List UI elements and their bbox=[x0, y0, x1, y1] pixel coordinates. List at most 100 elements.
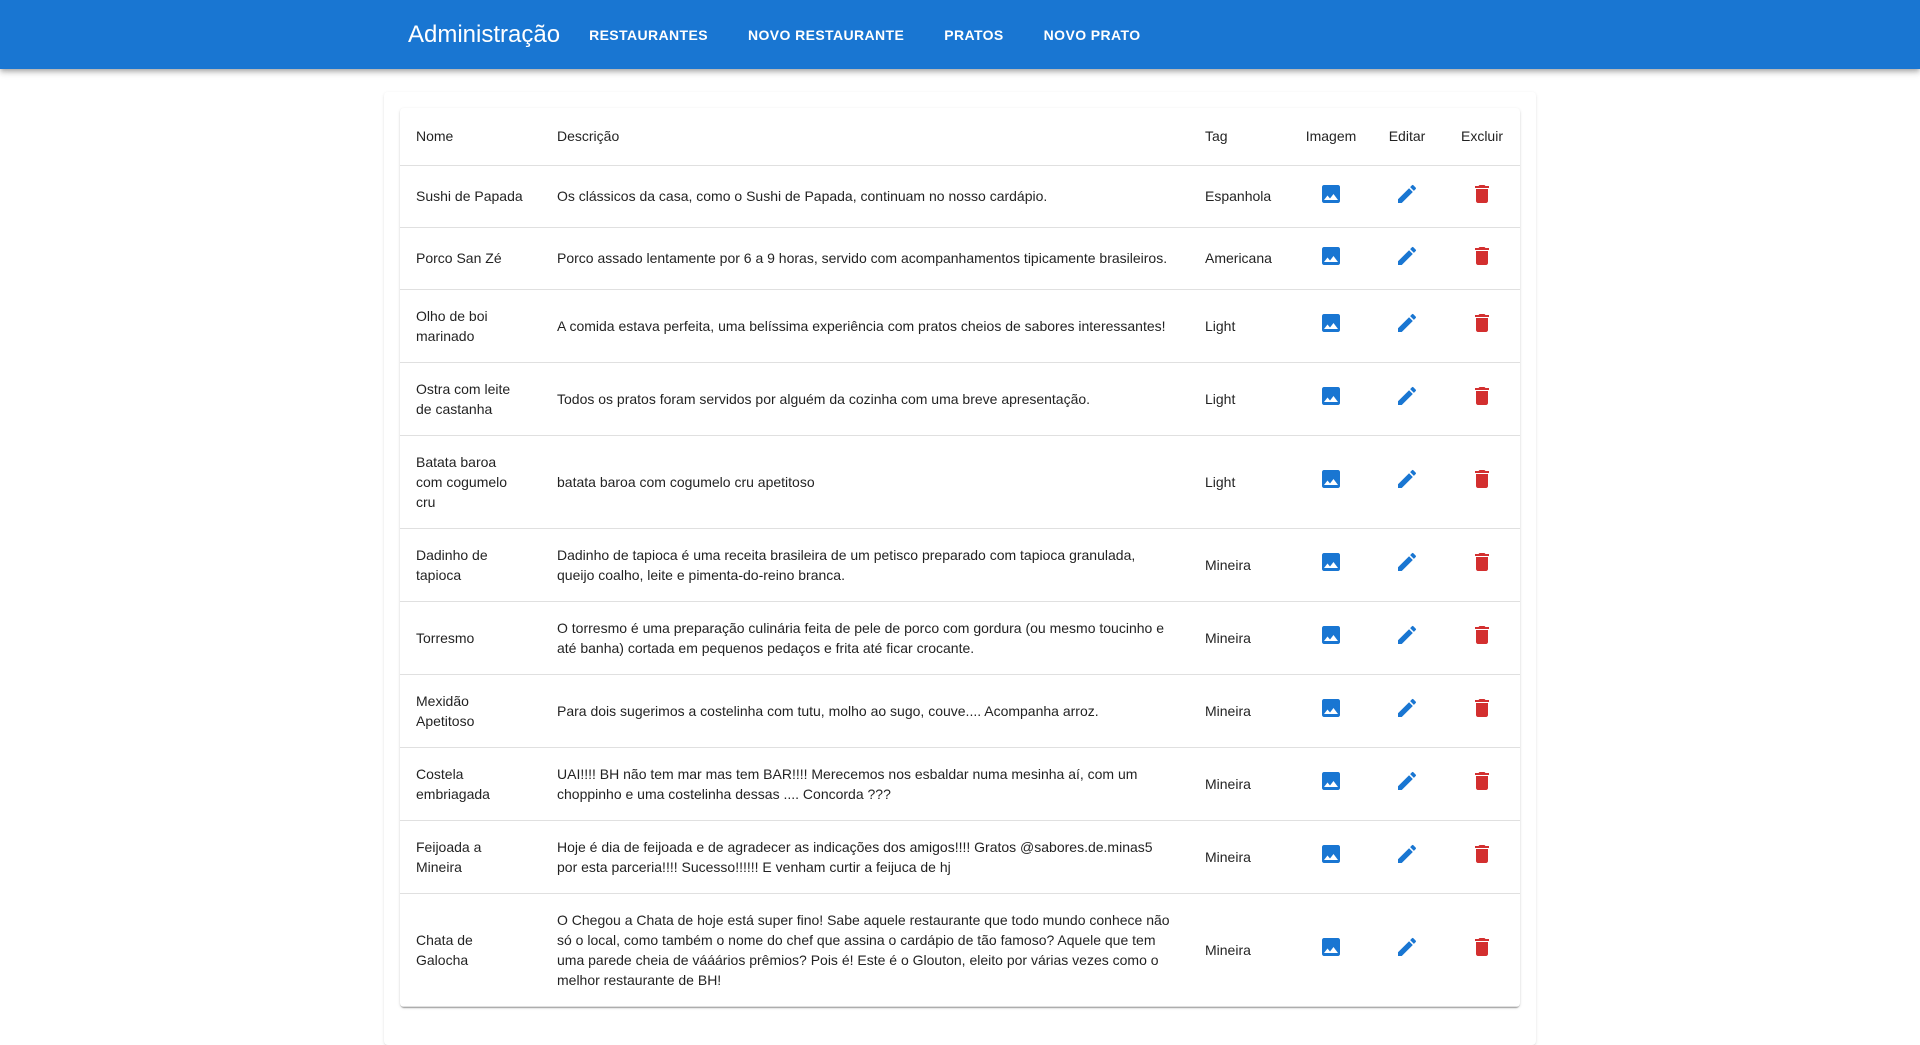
trash-icon[interactable] bbox=[1470, 842, 1494, 866]
cell-tag: Light bbox=[1189, 362, 1292, 436]
cell-editar bbox=[1370, 289, 1444, 363]
table-body: Sushi de Papada Os clássicos da casa, co… bbox=[400, 165, 1520, 1007]
app-title: Administração bbox=[408, 20, 561, 48]
cell-nome: Porco San Zé bbox=[400, 227, 541, 290]
table-row: Sushi de Papada Os clássicos da casa, co… bbox=[400, 165, 1520, 228]
cell-editar bbox=[1370, 165, 1444, 228]
column-header-descricao: Descrição bbox=[541, 108, 1189, 166]
column-header-tag: Tag bbox=[1189, 108, 1292, 166]
cell-tag: Mineira bbox=[1189, 747, 1292, 821]
cell-nome: Sushi de Papada bbox=[400, 165, 541, 228]
pencil-icon[interactable] bbox=[1395, 311, 1419, 335]
image-icon[interactable] bbox=[1319, 384, 1343, 408]
trash-icon[interactable] bbox=[1470, 467, 1494, 491]
cell-editar bbox=[1370, 227, 1444, 290]
cell-imagem bbox=[1292, 820, 1370, 894]
pencil-icon[interactable] bbox=[1395, 384, 1419, 408]
cell-imagem bbox=[1292, 674, 1370, 748]
trash-icon[interactable] bbox=[1470, 182, 1494, 206]
image-icon[interactable] bbox=[1319, 311, 1343, 335]
pencil-icon[interactable] bbox=[1395, 935, 1419, 959]
column-header-excluir: Excluir bbox=[1444, 108, 1520, 166]
cell-imagem bbox=[1292, 893, 1370, 1007]
cell-imagem bbox=[1292, 528, 1370, 602]
column-header-nome: Nome bbox=[400, 108, 541, 166]
cell-tag: Mineira bbox=[1189, 674, 1292, 748]
cell-excluir bbox=[1444, 747, 1520, 821]
dishes-table: Nome Descrição Tag Imagem Editar Excluir… bbox=[400, 108, 1520, 1007]
table-row: Porco San Zé Porco assado lentamente por… bbox=[400, 227, 1520, 290]
pencil-icon[interactable] bbox=[1395, 769, 1419, 793]
nav-link-novo-restaurante[interactable]: NOVO RESTAURANTE bbox=[737, 19, 915, 51]
cell-nome: Chata de Galocha bbox=[400, 893, 541, 1007]
cell-descricao: Para dois sugerimos a costelinha com tut… bbox=[541, 674, 1189, 748]
cell-descricao: O torresmo é uma preparação culinária fe… bbox=[541, 601, 1189, 675]
pencil-icon[interactable] bbox=[1395, 696, 1419, 720]
image-icon[interactable] bbox=[1319, 623, 1343, 647]
table-row: Ostra com leite de castanha Todos os pra… bbox=[400, 362, 1520, 436]
cell-descricao: O Chegou a Chata de hoje está super fino… bbox=[541, 893, 1189, 1007]
cell-excluir bbox=[1444, 362, 1520, 436]
app-bar-content: Administração RESTAURANTES NOVO RESTAURA… bbox=[408, 0, 1170, 69]
trash-icon[interactable] bbox=[1470, 384, 1494, 408]
trash-icon[interactable] bbox=[1470, 769, 1494, 793]
trash-icon[interactable] bbox=[1470, 935, 1494, 959]
pencil-icon[interactable] bbox=[1395, 623, 1419, 647]
content-paper: Nome Descrição Tag Imagem Editar Excluir… bbox=[384, 92, 1536, 1045]
cell-editar bbox=[1370, 747, 1444, 821]
cell-nome: Dadinho de tapioca bbox=[400, 528, 541, 602]
pencil-icon[interactable] bbox=[1395, 467, 1419, 491]
cell-descricao: Todos os pratos foram servidos por algué… bbox=[541, 362, 1189, 436]
cell-nome: Torresmo bbox=[400, 601, 541, 675]
cell-tag: Light bbox=[1189, 289, 1292, 363]
nav-link-novo-prato[interactable]: NOVO PRATO bbox=[1033, 19, 1152, 51]
cell-tag: Americana bbox=[1189, 227, 1292, 290]
table-row: Olho de boi marinado A comida estava per… bbox=[400, 289, 1520, 363]
table-row: Costela embriagada UAI!!!! BH não tem ma… bbox=[400, 747, 1520, 821]
image-icon[interactable] bbox=[1319, 244, 1343, 268]
cell-imagem bbox=[1292, 227, 1370, 290]
nav-link-restaurantes[interactable]: RESTAURANTES bbox=[578, 19, 719, 51]
cell-imagem bbox=[1292, 747, 1370, 821]
cell-descricao: UAI!!!! BH não tem mar mas tem BAR!!!! M… bbox=[541, 747, 1189, 821]
table-row: Mexidão Apetitoso Para dois sugerimos a … bbox=[400, 674, 1520, 748]
table-row: Feijoada a Mineira Hoje é dia de feijoad… bbox=[400, 820, 1520, 894]
cell-excluir bbox=[1444, 601, 1520, 675]
cell-descricao: batata baroa com cogumelo cru apetitoso bbox=[541, 435, 1189, 529]
image-icon[interactable] bbox=[1319, 467, 1343, 491]
pencil-icon[interactable] bbox=[1395, 842, 1419, 866]
cell-descricao: Hoje é dia de feijoada e de agradecer as… bbox=[541, 820, 1189, 894]
cell-descricao: Os clássicos da casa, como o Sushi de Pa… bbox=[541, 165, 1189, 228]
image-icon[interactable] bbox=[1319, 550, 1343, 574]
cell-descricao: Porco assado lentamente por 6 a 9 horas,… bbox=[541, 227, 1189, 290]
cell-nome: Olho de boi marinado bbox=[400, 289, 541, 363]
image-icon[interactable] bbox=[1319, 935, 1343, 959]
cell-editar bbox=[1370, 528, 1444, 602]
trash-icon[interactable] bbox=[1470, 244, 1494, 268]
cell-tag: Mineira bbox=[1189, 893, 1292, 1007]
trash-icon[interactable] bbox=[1470, 623, 1494, 647]
table-row: Chata de Galocha O Chegou a Chata de hoj… bbox=[400, 893, 1520, 1007]
cell-nome: Costela embriagada bbox=[400, 747, 541, 821]
pencil-icon[interactable] bbox=[1395, 182, 1419, 206]
cell-editar bbox=[1370, 674, 1444, 748]
cell-excluir bbox=[1444, 674, 1520, 748]
cell-tag: Mineira bbox=[1189, 820, 1292, 894]
cell-imagem bbox=[1292, 601, 1370, 675]
image-icon[interactable] bbox=[1319, 696, 1343, 720]
app-bar: Administração RESTAURANTES NOVO RESTAURA… bbox=[0, 0, 1920, 69]
trash-icon[interactable] bbox=[1470, 550, 1494, 574]
cell-imagem bbox=[1292, 289, 1370, 363]
nav-link-pratos[interactable]: PRATOS bbox=[933, 19, 1014, 51]
trash-icon[interactable] bbox=[1470, 696, 1494, 720]
cell-excluir bbox=[1444, 893, 1520, 1007]
cell-excluir bbox=[1444, 528, 1520, 602]
image-icon[interactable] bbox=[1319, 842, 1343, 866]
pencil-icon[interactable] bbox=[1395, 550, 1419, 574]
cell-editar bbox=[1370, 820, 1444, 894]
image-icon[interactable] bbox=[1319, 182, 1343, 206]
trash-icon[interactable] bbox=[1470, 311, 1494, 335]
pencil-icon[interactable] bbox=[1395, 244, 1419, 268]
image-icon[interactable] bbox=[1319, 769, 1343, 793]
cell-excluir bbox=[1444, 289, 1520, 363]
